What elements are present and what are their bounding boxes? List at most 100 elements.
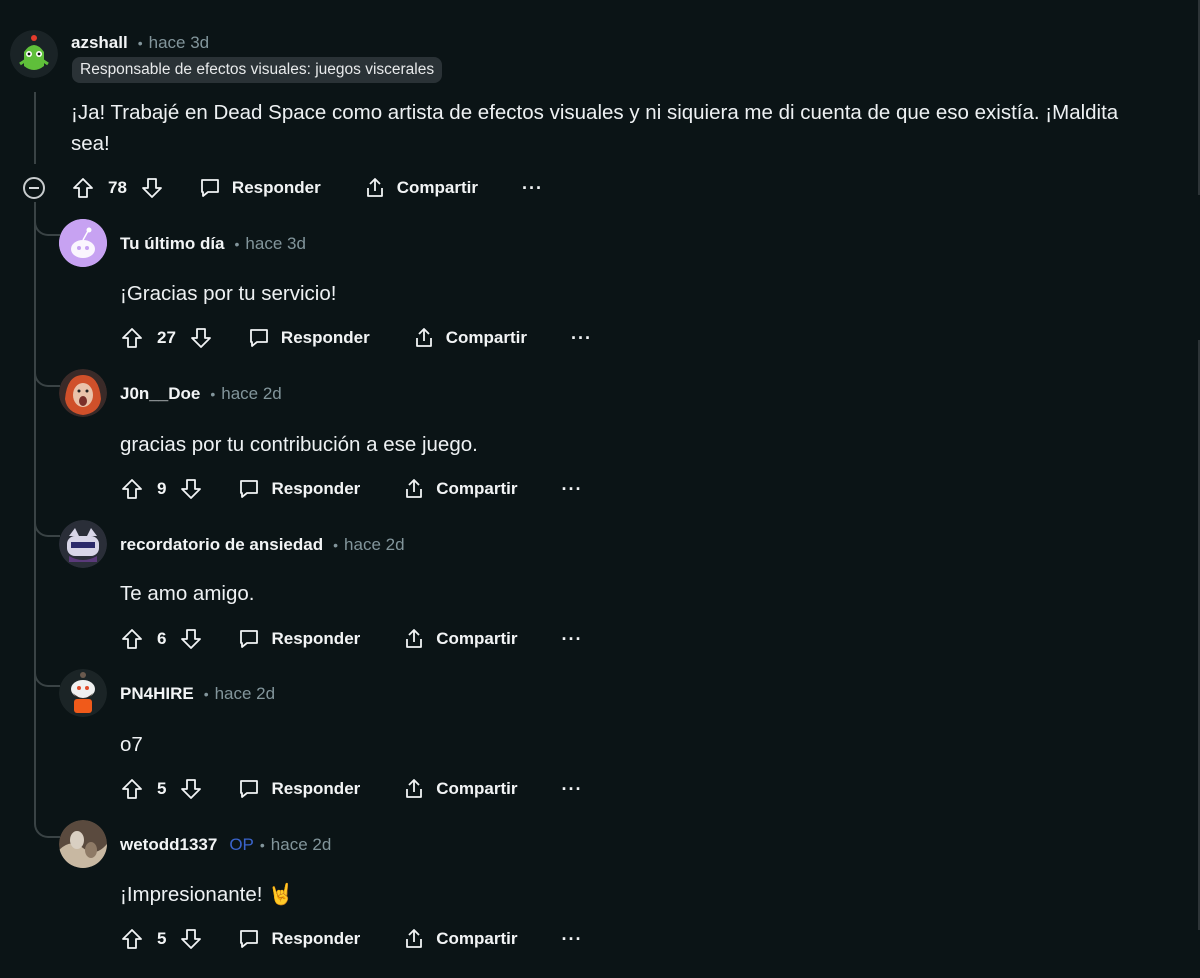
reply-label: Responder (271, 929, 361, 948)
reply-label: Responder (271, 779, 361, 798)
avatar[interactable] (59, 520, 107, 568)
comment-meta: PN4HIRE • hace 2d (120, 683, 275, 705)
comment-actions: 5 Responder Compartir ··· (120, 924, 582, 954)
reply-button[interactable]: Responder (198, 176, 321, 200)
photo-avatar-icon (59, 820, 107, 868)
upvote-icon[interactable] (120, 927, 144, 951)
more-options-button[interactable]: ··· (571, 328, 592, 349)
reply-button[interactable]: Responder (237, 477, 360, 501)
more-options-button[interactable]: ··· (562, 629, 583, 650)
reply-label: Responder (271, 629, 361, 648)
op-badge: OP (229, 835, 254, 854)
thread-connector (34, 667, 60, 687)
comment-actions: 78 Responder Compartir ··· (71, 173, 543, 203)
share-button[interactable]: Compartir (402, 627, 518, 651)
snoo-beard-avatar-icon (59, 669, 107, 717)
share-button[interactable]: Compartir (402, 477, 518, 501)
vote-count: 27 (157, 328, 176, 347)
comment-actions: 27 Responder Compartir ··· (120, 323, 592, 353)
more-options-button[interactable]: ··· (562, 929, 583, 950)
timestamp[interactable]: hace 3d (149, 33, 210, 53)
comment-meta: J0n__Doe • hace 2d (120, 383, 282, 405)
cat-avatar-icon (59, 520, 107, 568)
timestamp[interactable]: hace 2d (221, 384, 282, 404)
share-icon (366, 178, 383, 197)
thread-connector (34, 818, 60, 838)
comment-meta: wetodd1337 OP • hace 2d (120, 834, 331, 856)
share-button[interactable]: Compartir (402, 927, 518, 951)
avatar[interactable] (10, 30, 58, 78)
comment-meta: Tu último día • hace 3d (120, 233, 306, 255)
share-label: Compartir (445, 328, 527, 347)
vote-count: 6 (157, 629, 167, 648)
avatar[interactable] (59, 669, 107, 717)
upvote-icon[interactable] (120, 627, 144, 651)
comment-body: ¡Impresionante! 🤘 (120, 883, 294, 906)
more-options-button[interactable]: ··· (562, 479, 583, 500)
vote-count: 5 (157, 929, 167, 948)
comment-body: Te amo amigo. (120, 582, 255, 605)
comment-body: ¡Gracias por tu servicio! (120, 282, 337, 305)
green-alien-avatar-icon (10, 30, 58, 78)
reply-button[interactable]: Responder (237, 627, 360, 651)
comment-body: o7 (120, 733, 143, 756)
downvote-icon[interactable] (189, 326, 213, 350)
upvote-icon[interactable] (71, 176, 95, 200)
upvote-icon[interactable] (120, 477, 144, 501)
downvote-icon[interactable] (179, 477, 203, 501)
thread-connector (34, 367, 60, 387)
collapse-thread-button[interactable] (23, 177, 45, 199)
share-icon (406, 779, 423, 798)
comment-body: ¡Ja! Trabajé en Dead Space como artista … (71, 101, 1119, 155)
thread-line-children[interactable] (34, 202, 36, 820)
reply-button[interactable]: Responder (237, 927, 360, 951)
share-label: Compartir (396, 178, 478, 197)
downvote-icon[interactable] (179, 927, 203, 951)
vote-group: 9 (120, 477, 203, 501)
vote-group: 5 (120, 927, 203, 951)
reply-label: Responder (271, 479, 361, 498)
separator-dot: • (137, 35, 143, 51)
red-hair-avatar-icon (59, 369, 107, 417)
share-button[interactable]: Compartir (363, 176, 478, 200)
author-name[interactable]: wetodd1337 (120, 835, 217, 855)
downvote-icon[interactable] (179, 777, 203, 801)
thread-connector (34, 517, 60, 537)
thread-line-root[interactable] (34, 92, 36, 164)
downvote-icon[interactable] (140, 176, 164, 200)
upvote-icon[interactable] (120, 777, 144, 801)
share-icon (415, 328, 432, 347)
reply-button[interactable]: Responder (247, 326, 370, 350)
share-icon (406, 929, 423, 948)
share-button[interactable]: Compartir (402, 777, 518, 801)
separator-dot: • (333, 537, 339, 553)
vote-count: 5 (157, 779, 167, 798)
downvote-icon[interactable] (179, 627, 203, 651)
thread-connector (34, 216, 60, 236)
avatar[interactable] (59, 369, 107, 417)
timestamp[interactable]: hace 2d (215, 684, 276, 704)
author-name[interactable]: azshall (71, 33, 128, 53)
more-options-button[interactable]: ··· (522, 178, 543, 199)
share-label: Compartir (436, 629, 518, 648)
speech-bubble-icon (240, 480, 259, 498)
more-options-button[interactable]: ··· (562, 779, 583, 800)
share-button[interactable]: Compartir (412, 326, 527, 350)
author-name[interactable]: recordatorio de ansiedad (120, 535, 323, 555)
author-name[interactable]: Tu último día (120, 234, 225, 254)
speech-bubble-icon (240, 630, 259, 648)
avatar[interactable] (59, 219, 107, 267)
separator-dot: • (210, 386, 216, 402)
timestamp[interactable]: hace 2d (271, 835, 332, 855)
timestamp[interactable]: hace 3d (245, 234, 306, 254)
timestamp[interactable]: hace 2d (344, 535, 405, 555)
avatar[interactable] (59, 820, 107, 868)
author-name[interactable]: J0n__Doe (120, 384, 200, 404)
author-name[interactable]: PN4HIRE (120, 684, 194, 704)
upvote-icon[interactable] (120, 326, 144, 350)
speech-bubble-icon (250, 329, 268, 347)
comment-actions: 9 Responder Compartir ··· (120, 474, 582, 504)
vote-group: 78 (71, 176, 164, 200)
share-label: Compartir (436, 929, 518, 948)
reply-button[interactable]: Responder (237, 777, 360, 801)
